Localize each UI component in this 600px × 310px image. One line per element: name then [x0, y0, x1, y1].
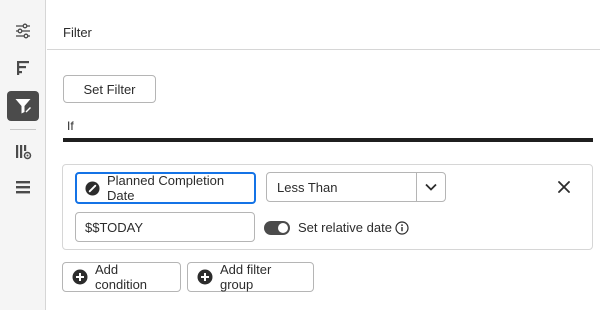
- calendar-pill-icon: [85, 180, 100, 196]
- field-selector[interactable]: Planned Completion Date: [75, 172, 256, 204]
- value-input-text: $$TODAY: [85, 219, 144, 235]
- filter-panel: Filter Set Filter If Planned Completion …: [47, 0, 600, 310]
- page-title: Filter: [63, 25, 92, 40]
- filter-icon[interactable]: [7, 91, 39, 121]
- plus-circle-icon: [72, 269, 88, 285]
- add-filter-group-button[interactable]: Add filter group: [187, 262, 314, 292]
- field-selector-label: Planned Completion Date: [107, 173, 225, 203]
- close-icon: [558, 181, 570, 193]
- plus-circle-icon: [197, 269, 213, 285]
- column-settings-icon[interactable]: [7, 137, 39, 167]
- info-icon[interactable]: [395, 221, 409, 235]
- sidebar: [0, 0, 46, 310]
- toggle-knob: [278, 223, 288, 233]
- if-divider: [63, 138, 593, 142]
- add-filter-group-label: Add filter group: [220, 262, 272, 292]
- operator-select[interactable]: Less Than: [266, 172, 417, 202]
- operator-label: Less Than: [277, 179, 338, 195]
- remove-condition-button[interactable]: [555, 178, 573, 196]
- if-label: If: [67, 119, 74, 133]
- sort-bars-icon[interactable]: [7, 53, 39, 83]
- set-filter-button[interactable]: Set Filter: [63, 75, 156, 103]
- value-input[interactable]: $$TODAY: [75, 212, 255, 242]
- operator-dropdown-button[interactable]: [416, 172, 446, 202]
- sliders-icon[interactable]: [7, 16, 39, 46]
- add-condition-button[interactable]: Add condition: [62, 262, 181, 292]
- sidebar-divider: [10, 129, 36, 130]
- add-condition-label: Add condition: [95, 262, 148, 292]
- relative-date-toggle[interactable]: [264, 221, 290, 235]
- list-icon[interactable]: [7, 172, 39, 202]
- chevron-down-icon: [425, 183, 437, 191]
- relative-date-label: Set relative date: [298, 220, 392, 235]
- panel-header: Filter: [47, 0, 600, 50]
